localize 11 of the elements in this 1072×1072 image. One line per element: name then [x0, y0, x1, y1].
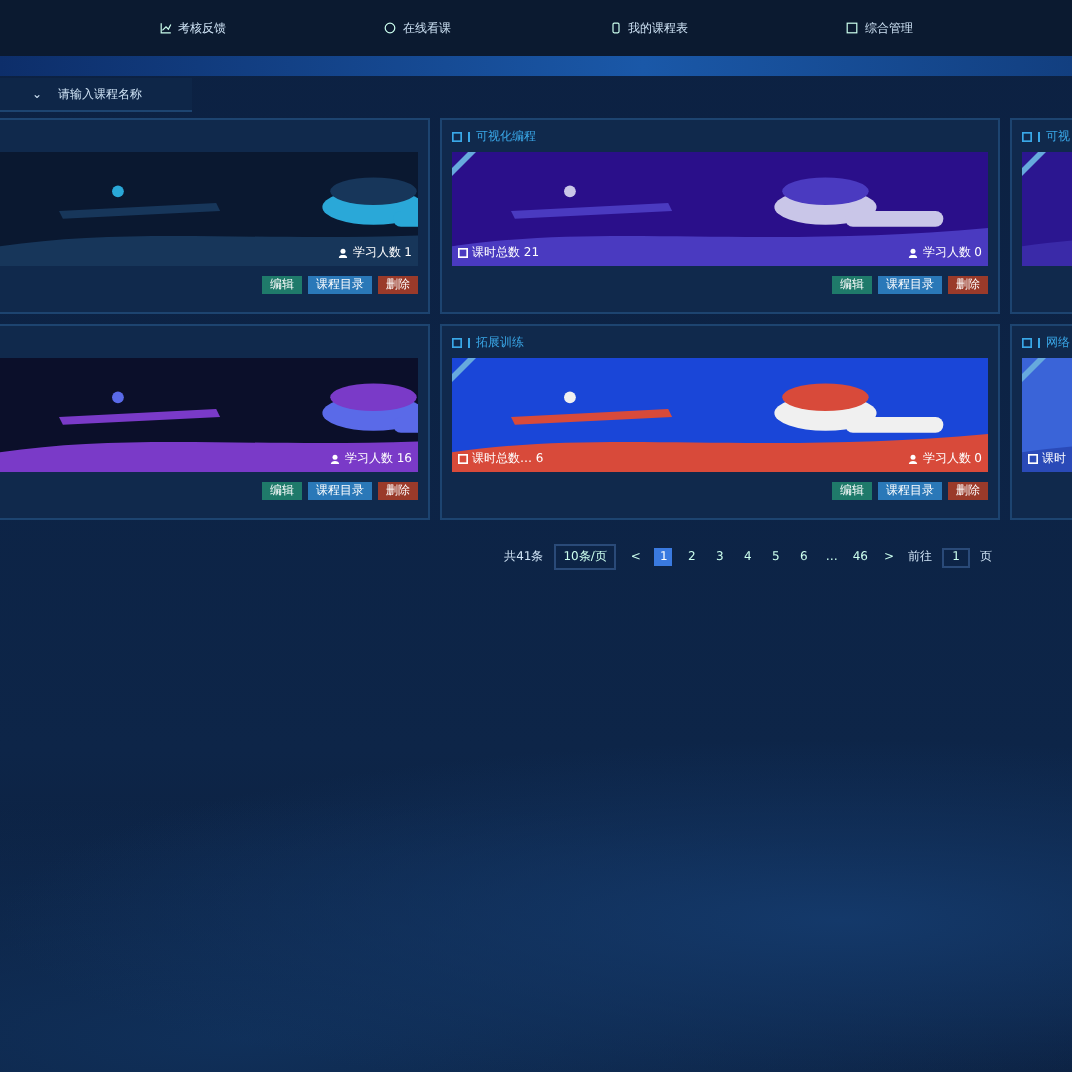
user-icon: [908, 454, 919, 464]
square-icon: [452, 131, 462, 141]
clock-icon: [384, 22, 397, 34]
square-icon: [452, 337, 462, 347]
square-icon: [1022, 131, 1032, 141]
chart-icon: [159, 22, 172, 34]
user-icon: [330, 454, 341, 464]
user-icon: [338, 248, 349, 258]
phone-icon: [609, 22, 622, 34]
user-icon: [908, 248, 919, 258]
square-icon: [1022, 337, 1032, 347]
